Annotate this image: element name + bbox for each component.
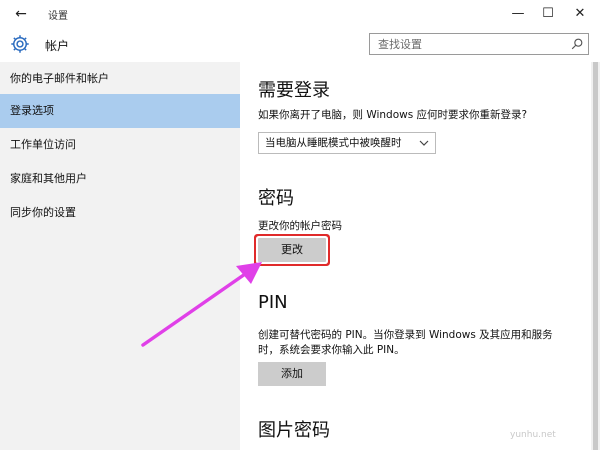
search-box[interactable]: [369, 33, 589, 55]
minimize-button[interactable]: —: [504, 4, 532, 24]
scrollbar[interactable]: [591, 62, 600, 450]
sidebar-item-work-access[interactable]: 工作单位访问: [0, 128, 240, 162]
sidebar: 你的电子邮件和帐户 登录选项 工作单位访问 家庭和其他用户 同步你的设置: [0, 62, 240, 450]
require-signin-dropdown[interactable]: 当电脑从睡眠模式中被唤醒时: [258, 132, 436, 154]
sidebar-item-email-accounts[interactable]: 你的电子邮件和帐户: [0, 62, 240, 96]
require-signin-heading: 需要登录: [258, 80, 330, 101]
settings-header: 帐户: [0, 28, 600, 62]
gear-icon: [11, 35, 29, 53]
change-password-button[interactable]: 更改: [258, 238, 326, 262]
content-pane: 需要登录 如果你离开了电脑，则 Windows 应何时要求你重新登录? 当电脑从…: [240, 62, 600, 450]
sidebar-item-family-users[interactable]: 家庭和其他用户: [0, 162, 240, 196]
page-title: 帐户: [45, 39, 70, 53]
password-description: 更改你的帐户密码: [258, 220, 342, 232]
close-button[interactable]: ✕: [566, 4, 594, 24]
search-icon[interactable]: [570, 37, 584, 51]
sidebar-item-sync-settings[interactable]: 同步你的设置: [0, 196, 240, 230]
dropdown-value: 当电脑从睡眠模式中被唤醒时: [265, 137, 402, 149]
maximize-button[interactable]: ☐: [534, 4, 562, 24]
scrollbar-thumb[interactable]: [593, 62, 598, 450]
chevron-down-icon: [419, 140, 429, 146]
watermark: yunhu.net: [510, 430, 556, 440]
pin-heading: PIN: [258, 292, 288, 313]
search-input[interactable]: [370, 34, 566, 54]
add-pin-button[interactable]: 添加: [258, 362, 326, 386]
password-heading: 密码: [258, 188, 294, 209]
picture-password-heading: 图片密码: [258, 420, 330, 441]
back-arrow-icon[interactable]: ←: [10, 5, 32, 23]
pin-description-line1: 创建可替代密码的 PIN。当你登录到 Windows 及其应用和服务: [258, 329, 553, 341]
sidebar-item-signin-options[interactable]: 登录选项: [0, 94, 240, 128]
pin-description-line2: 时，系统会要求你输入此 PIN。: [258, 344, 405, 356]
title-bar: ← 设置 — ☐ ✕: [0, 0, 600, 28]
window-title: 设置: [48, 11, 68, 22]
require-signin-description: 如果你离开了电脑，则 Windows 应何时要求你重新登录?: [258, 109, 528, 121]
